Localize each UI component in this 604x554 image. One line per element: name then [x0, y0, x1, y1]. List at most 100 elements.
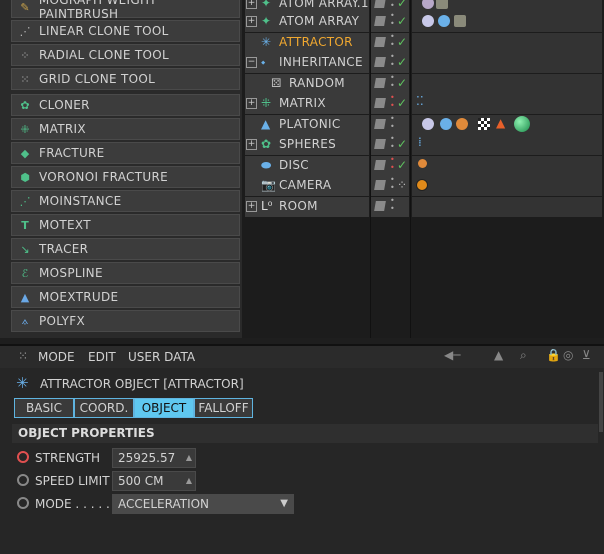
animation-radio-icon[interactable]	[17, 451, 29, 463]
menu-edit[interactable]: EDIT	[88, 350, 116, 364]
enabled-check-icon[interactable]: ✓	[397, 55, 407, 69]
object-row-disc[interactable]: ⬬ DISC • • ✓	[245, 156, 602, 176]
tag-icon[interactable]: ⁞	[418, 135, 422, 149]
scrollbar[interactable]	[599, 372, 603, 432]
visibility-dots[interactable]: ••	[390, 74, 395, 90]
menu-mode[interactable]: MODE	[38, 350, 75, 364]
sphere-tag-icon[interactable]	[514, 116, 530, 132]
tab-coord[interactable]: COORD.	[74, 398, 134, 418]
material-tag-icon[interactable]	[422, 15, 434, 27]
menu-item-cloner[interactable]: ✿ CLONER	[11, 94, 240, 116]
menu-item-linear-clone-tool[interactable]: ⋰ LINEAR CLONE TOOL	[11, 20, 240, 42]
menu-item-voronoi-fracture[interactable]: ⬢ VORONOI FRACTURE	[11, 166, 240, 188]
mode-dropdown[interactable]: ACCELERATION ▼	[112, 494, 294, 514]
texture-tag-icon[interactable]	[454, 15, 466, 27]
layer-flag[interactable]	[374, 37, 386, 47]
menu-item-moinstance[interactable]: ⋰ MOINSTANCE	[11, 190, 240, 212]
camera-target-icon[interactable]: ⁘	[397, 178, 407, 192]
menu-item-mograph-weight-paintbrush[interactable]: ✎ MOGRAPH WEIGHT PAINTBRUSH	[11, 0, 240, 21]
object-row-matrix[interactable]: + ⁜ MATRIX • • ✓ ⁚⁚	[245, 94, 602, 114]
layer-flag[interactable]	[374, 0, 386, 8]
enabled-check-icon[interactable]: ✓	[397, 76, 407, 90]
menu-item-mospline[interactable]: ℰ MOSPLINE	[11, 262, 240, 284]
stepper-icon[interactable]: ▲	[186, 449, 192, 467]
stepper-icon[interactable]: ▲	[186, 472, 192, 490]
enabled-check-icon[interactable]: ✓	[397, 0, 407, 10]
menu-item-tracer[interactable]: ↘ TRACER	[11, 238, 240, 260]
checker-tag-icon[interactable]	[478, 118, 490, 130]
tab-falloff[interactable]: FALLOFF	[194, 398, 253, 418]
material-tag-icon[interactable]	[456, 118, 468, 130]
material-tag-icon[interactable]	[440, 118, 452, 130]
material-tag-icon[interactable]	[422, 118, 434, 130]
collapse-toggle[interactable]: −	[246, 57, 257, 68]
target-icon[interactable]: ◎	[563, 348, 573, 362]
back-arrow-icon[interactable]: ◀─	[444, 348, 460, 362]
up-arrow-icon[interactable]: ▲	[494, 348, 503, 362]
triangle-tag-icon[interactable]: ▲	[496, 116, 505, 130]
visibility-dots[interactable]: ••	[390, 176, 395, 192]
tab-basic[interactable]: BASIC	[14, 398, 74, 418]
menu-item-radial-clone-tool[interactable]: ⁘ RADIAL CLONE TOOL	[11, 44, 240, 66]
enabled-check-icon[interactable]: ✓	[397, 96, 407, 110]
layer-flag[interactable]	[374, 16, 386, 26]
visibility-dots[interactable]: ••	[390, 135, 395, 151]
visibility-dots[interactable]: ••	[390, 197, 395, 213]
layer-flag[interactable]	[374, 98, 386, 108]
menu-item-fracture[interactable]: ◆ FRACTURE	[11, 142, 240, 164]
object-row-atom-array[interactable]: + ✦ ATOM ARRAY • • ✓	[245, 12, 602, 32]
object-row-attractor[interactable]: ✳ ATTRACTOR • • ✓	[245, 33, 602, 53]
material-tag-icon[interactable]	[418, 159, 427, 168]
layer-flag[interactable]	[374, 160, 386, 170]
speed-limit-field[interactable]: 500 CM ▲	[112, 471, 196, 491]
animation-radio-icon[interactable]	[17, 497, 29, 509]
moextrude-icon: ▲	[20, 290, 30, 304]
enabled-check-icon[interactable]: ✓	[397, 137, 407, 151]
material-tag-icon[interactable]	[422, 0, 434, 9]
layer-flag[interactable]	[374, 201, 386, 211]
menu-item-moextrude[interactable]: ▲ MOEXTRUDE	[11, 286, 240, 308]
expand-toggle[interactable]: +	[246, 0, 257, 9]
menu-item-polyfx[interactable]: ⟑ POLYFX	[11, 310, 240, 332]
object-row-room[interactable]: + L⁰ ROOM • •	[245, 197, 602, 217]
enabled-check-icon[interactable]: ✓	[397, 35, 407, 49]
layer-flag[interactable]	[374, 119, 386, 129]
search-icon[interactable]: ⌕	[520, 348, 527, 363]
expand-toggle[interactable]: +	[246, 201, 257, 212]
strength-field[interactable]: 25925.57 ▲	[112, 448, 196, 468]
layer-flag[interactable]	[374, 78, 386, 88]
new-window-icon[interactable]: ⊻	[582, 348, 591, 362]
layer-flag[interactable]	[374, 139, 386, 149]
expand-toggle[interactable]: +	[246, 139, 257, 150]
visibility-dots[interactable]: ••	[390, 12, 395, 28]
layer-flag[interactable]	[374, 57, 386, 67]
matrix-icon: ⁜	[261, 96, 272, 110]
expand-toggle[interactable]: +	[246, 98, 257, 109]
visibility-dots[interactable]: ••	[390, 53, 395, 69]
expand-toggle[interactable]: +	[246, 16, 257, 27]
object-row-random[interactable]: ⚄ RANDOM • • ✓	[245, 74, 602, 94]
object-row-camera[interactable]: 📷 CAMERA • • ⁘	[245, 176, 602, 196]
object-row-inheritance[interactable]: − ⬩ INHERITANCE • • ✓	[245, 53, 602, 73]
enabled-check-icon[interactable]: ✓	[397, 158, 407, 172]
menu-item-grid-clone-tool[interactable]: ⁙ GRID CLONE TOOL	[11, 68, 240, 90]
lock-icon[interactable]: 🔒	[546, 348, 561, 362]
visibility-dots[interactable]: ••	[390, 0, 395, 10]
visibility-dots[interactable]: ••	[390, 94, 395, 110]
tab-object[interactable]: OBJECT	[134, 398, 194, 418]
texture-tag-icon[interactable]	[436, 0, 448, 9]
layer-flag[interactable]	[374, 180, 386, 190]
menu-item-motext[interactable]: T MOTEXT	[11, 214, 240, 236]
object-row-platonic[interactable]: ▲ PLATONIC • • ▲	[245, 115, 602, 135]
visibility-dots[interactable]: ••	[390, 33, 395, 49]
visibility-dots[interactable]: ••	[390, 115, 395, 131]
menu-item-matrix[interactable]: ⁜ MATRIX	[11, 118, 240, 140]
object-row-spheres[interactable]: + ✿ SPHERES • • ✓ ⁞	[245, 135, 602, 155]
grid-tag-icon[interactable]: ⁚⁚	[416, 94, 424, 108]
visibility-dots[interactable]: ••	[390, 156, 395, 172]
menu-user-data[interactable]: USER DATA	[128, 350, 195, 364]
enabled-check-icon[interactable]: ✓	[397, 14, 407, 28]
protection-tag-icon[interactable]	[416, 179, 428, 191]
animation-radio-icon[interactable]	[17, 474, 29, 486]
material-tag-icon[interactable]	[438, 15, 450, 27]
